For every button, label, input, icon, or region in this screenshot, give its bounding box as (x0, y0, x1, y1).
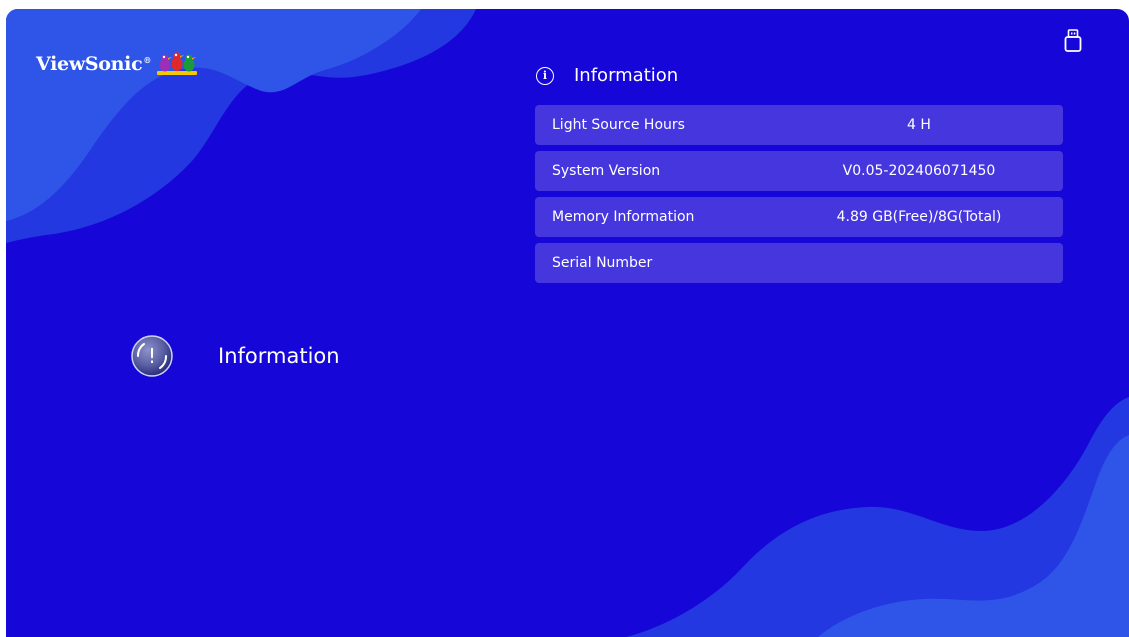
exclamation-circle-icon: ! (131, 335, 173, 377)
panel-title: Information (574, 65, 679, 86)
three-birds-logo-icon (157, 52, 198, 75)
row-label: Light Source Hours (552, 117, 685, 133)
row-label: System Version (552, 163, 661, 179)
info-row-system-version: System Version V0.05-202406071450 (535, 151, 1063, 191)
settings-screen: ViewSonic ® i Information Light Source H… (6, 9, 1129, 637)
info-row-memory-information: Memory Information 4.89 GB(Free)/8G(Tota… (535, 197, 1063, 237)
viewsonic-logo: ViewSonic ® (36, 51, 198, 77)
usb-drive-icon (1064, 29, 1082, 52)
panel-header: i Information (536, 65, 678, 86)
info-row-light-source-hours: Light Source Hours 4 H (535, 105, 1063, 145)
row-label: Memory Information (552, 209, 695, 225)
info-circle-icon: i (536, 66, 554, 85)
row-label: Serial Number (552, 255, 653, 271)
row-value: 4 H (907, 117, 931, 133)
info-row-serial-number: Serial Number (535, 243, 1063, 283)
menu-item-information[interactable]: ! Information (130, 334, 340, 378)
row-value: 4.89 GB(Free)/8G(Total) (836, 209, 1002, 225)
row-value: V0.05-202406071450 (842, 163, 996, 179)
brand-name: ViewSonic (36, 53, 143, 75)
trademark-symbol: ® (143, 55, 152, 65)
decorative-waves (6, 9, 1129, 637)
exclamation-glyph: ! (148, 344, 156, 368)
menu-item-label: Information (218, 344, 340, 368)
information-list: Light Source Hours 4 H System Version V0… (535, 105, 1063, 289)
